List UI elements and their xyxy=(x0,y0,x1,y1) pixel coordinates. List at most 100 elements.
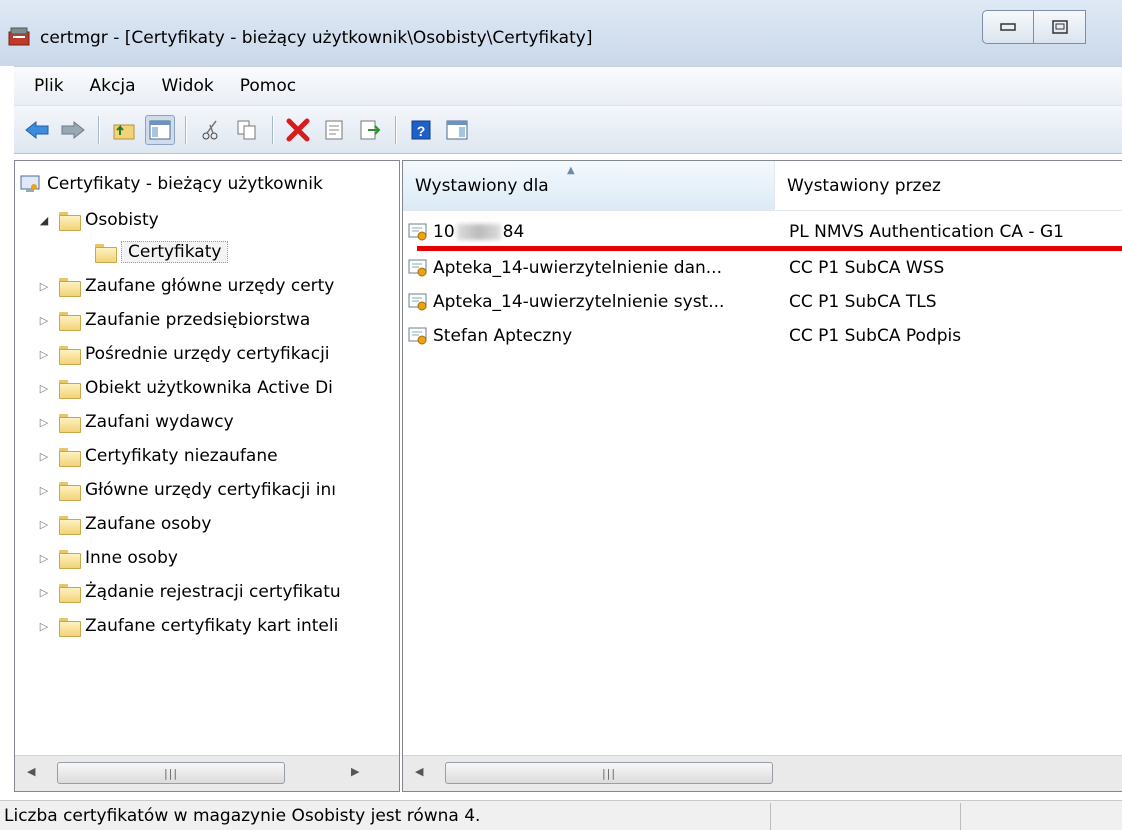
up-level-button[interactable] xyxy=(109,115,139,145)
tree-item[interactable]: ▷ Inne osoby xyxy=(37,543,178,573)
cell-issued-to: Apteka_14-uwierzytelnienie syst... xyxy=(407,291,773,313)
certificate-icon xyxy=(408,293,427,311)
column-header-issued-by[interactable]: Wystawiony przez xyxy=(775,161,1122,211)
title-bar: certmgr - [Certyfikaty - bieżący użytkow… xyxy=(0,0,1122,66)
expand-arrow-icon[interactable]: ▷ xyxy=(37,280,51,293)
tree-item-label: Zaufanie przedsiębiorstwa xyxy=(85,310,311,330)
expand-arrow-icon[interactable]: ▷ xyxy=(37,484,51,497)
certificate-icon xyxy=(408,327,427,345)
certificates-snapin-icon xyxy=(20,175,40,192)
scroll-left-arrow-icon[interactable]: ◀ xyxy=(27,765,35,778)
tree-item-label: Zaufane główne urzędy certy xyxy=(85,276,335,296)
list-header: ▲ Wystawiony dla Wystawiony przez xyxy=(403,161,1122,211)
cell-issued-to: Stefan Apteczny xyxy=(407,325,773,347)
menu-pomoc[interactable]: Pomoc xyxy=(240,76,296,96)
scroll-right-arrow-icon[interactable]: ▶ xyxy=(351,765,359,778)
tree-item-osobisty[interactable]: ◢ Osobisty xyxy=(37,205,159,235)
expand-arrow-icon[interactable]: ▷ xyxy=(37,552,51,565)
issued-to-text: 84 xyxy=(502,222,525,242)
tree-item[interactable]: ▷ Zaufane osoby xyxy=(37,509,211,539)
tree-item[interactable]: ▷ Zaufani wydawcy xyxy=(37,407,234,437)
tree-item-label: Żądanie rejestracji certyfikatu xyxy=(85,582,341,602)
tree-item[interactable]: ▷ Zaufanie przedsiębiorstwa xyxy=(37,305,310,335)
tree-horizontal-scrollbar[interactable]: ◀ ||| ▶ xyxy=(15,755,399,791)
cell-issued-by: CC P1 SubCA WSS xyxy=(789,258,945,278)
tree-item-label: Główne urzędy certyfikacji inı xyxy=(85,480,336,500)
tree-item-certyfikaty[interactable]: Certyfikaty xyxy=(85,237,229,267)
cell-issued-to: Apteka_14-uwierzytelnienie dan... xyxy=(407,257,773,279)
menu-akcja[interactable]: Akcja xyxy=(90,76,136,96)
copy-button[interactable] xyxy=(232,115,262,145)
menu-plik[interactable]: Plik xyxy=(34,76,64,96)
folder-icon xyxy=(59,549,81,569)
tree-item[interactable]: ▷ Obiekt użytkownika Active Di xyxy=(37,373,333,403)
expand-arrow-icon[interactable]: ▷ xyxy=(37,382,51,395)
expand-arrow-icon[interactable]: ▷ xyxy=(37,314,51,327)
tree-item[interactable]: ▷ Zaufane główne urzędy certy xyxy=(37,271,334,301)
show-console-tree-button[interactable] xyxy=(145,114,175,145)
tree-item-label: Certyfikaty xyxy=(121,241,229,263)
forward-button[interactable] xyxy=(58,115,88,145)
column-header-label: Wystawiony dla xyxy=(415,175,549,196)
redacted-text xyxy=(456,224,501,240)
help-button[interactable]: ? xyxy=(406,115,436,145)
tree-item-label: Zaufane osoby xyxy=(85,514,212,534)
folder-icon xyxy=(59,311,81,331)
expand-arrow-icon[interactable]: ▷ xyxy=(37,348,51,361)
tree-item[interactable]: ▷ Pośrednie urzędy certyfikacji xyxy=(37,339,330,369)
delete-button[interactable] xyxy=(283,115,313,145)
tree-root[interactable]: Certyfikaty - bieżący użytkownik xyxy=(19,169,323,199)
tree-item-label: Zaufani wydawcy xyxy=(85,412,234,432)
export-list-button[interactable] xyxy=(355,115,385,145)
action-pane-button[interactable] xyxy=(442,115,472,145)
expand-arrow-icon[interactable]: ▷ xyxy=(37,620,51,633)
toolbar-separator xyxy=(185,115,186,144)
expand-arrow-icon[interactable]: ▷ xyxy=(37,416,51,429)
tree-item[interactable]: ▷ Zaufane certyfikaty kart inteli xyxy=(37,611,338,641)
certmgr-app-icon xyxy=(8,27,30,46)
column-header-issued-to[interactable]: ▲ Wystawiony dla xyxy=(403,161,775,211)
expand-arrow-icon[interactable]: ▷ xyxy=(37,586,51,599)
minimize-button[interactable] xyxy=(982,10,1034,44)
expand-arrow-icon[interactable]: ▷ xyxy=(37,450,51,463)
svg-text:?: ? xyxy=(417,123,426,139)
status-divider xyxy=(960,803,961,830)
list-item[interactable]: Apteka_14-uwierzytelnienie dan... CC P1 … xyxy=(407,251,944,285)
action-pane-icon xyxy=(446,120,468,139)
console-tree-pane: Certyfikaty - bieżący użytkownik ◢ Osobi… xyxy=(14,160,400,792)
list-item[interactable]: 10 84 PL NMVS Authentication CA - G1 xyxy=(407,215,1064,249)
properties-button[interactable] xyxy=(319,115,349,145)
folder-icon xyxy=(59,515,81,535)
toolbar-separator xyxy=(395,115,396,144)
menu-widok[interactable]: Widok xyxy=(162,76,214,96)
list-item[interactable]: Apteka_14-uwierzytelnienie syst... CC P1… xyxy=(407,285,937,319)
cut-button[interactable] xyxy=(196,115,226,145)
collapse-arrow-icon[interactable]: ◢ xyxy=(37,214,51,227)
toolbar: ? xyxy=(14,106,1122,154)
properties-icon xyxy=(325,120,343,139)
export-list-icon xyxy=(360,120,381,139)
folder-icon xyxy=(59,277,81,297)
expand-arrow-icon[interactable]: ▷ xyxy=(37,518,51,531)
tree-root-label: Certyfikaty - bieżący użytkownik xyxy=(47,174,323,194)
folder-icon xyxy=(59,447,81,467)
issued-to-text: Stefan Apteczny xyxy=(433,326,573,346)
cell-issued-by: CC P1 SubCA TLS xyxy=(789,292,937,312)
scroll-thumb[interactable]: ||| xyxy=(57,762,285,784)
tree-item[interactable]: ▷ Żądanie rejestracji certyfikatu xyxy=(37,577,341,607)
tree-item-label: Certyfikaty niezaufane xyxy=(85,446,278,466)
forward-arrow-icon xyxy=(61,120,85,139)
tree-item[interactable]: ▷ Certyfikaty niezaufane xyxy=(37,441,278,471)
back-button[interactable] xyxy=(22,115,52,145)
tree-item[interactable]: ▷ Główne urzędy certyfikacji inı xyxy=(37,475,336,505)
folder-icon xyxy=(59,413,81,433)
scroll-left-arrow-icon[interactable]: ◀ xyxy=(415,765,423,778)
console-tree-icon xyxy=(149,120,171,139)
folder-icon xyxy=(59,211,81,231)
maximize-button[interactable] xyxy=(1034,10,1086,44)
list-horizontal-scrollbar[interactable]: ◀ ||| xyxy=(403,755,1122,791)
list-item[interactable]: Stefan Apteczny CC P1 SubCA Podpis xyxy=(407,319,961,353)
scroll-thumb[interactable]: ||| xyxy=(445,762,773,784)
tree-item-label: Zaufane certyfikaty kart inteli xyxy=(85,616,339,636)
window-controls xyxy=(982,10,1086,44)
